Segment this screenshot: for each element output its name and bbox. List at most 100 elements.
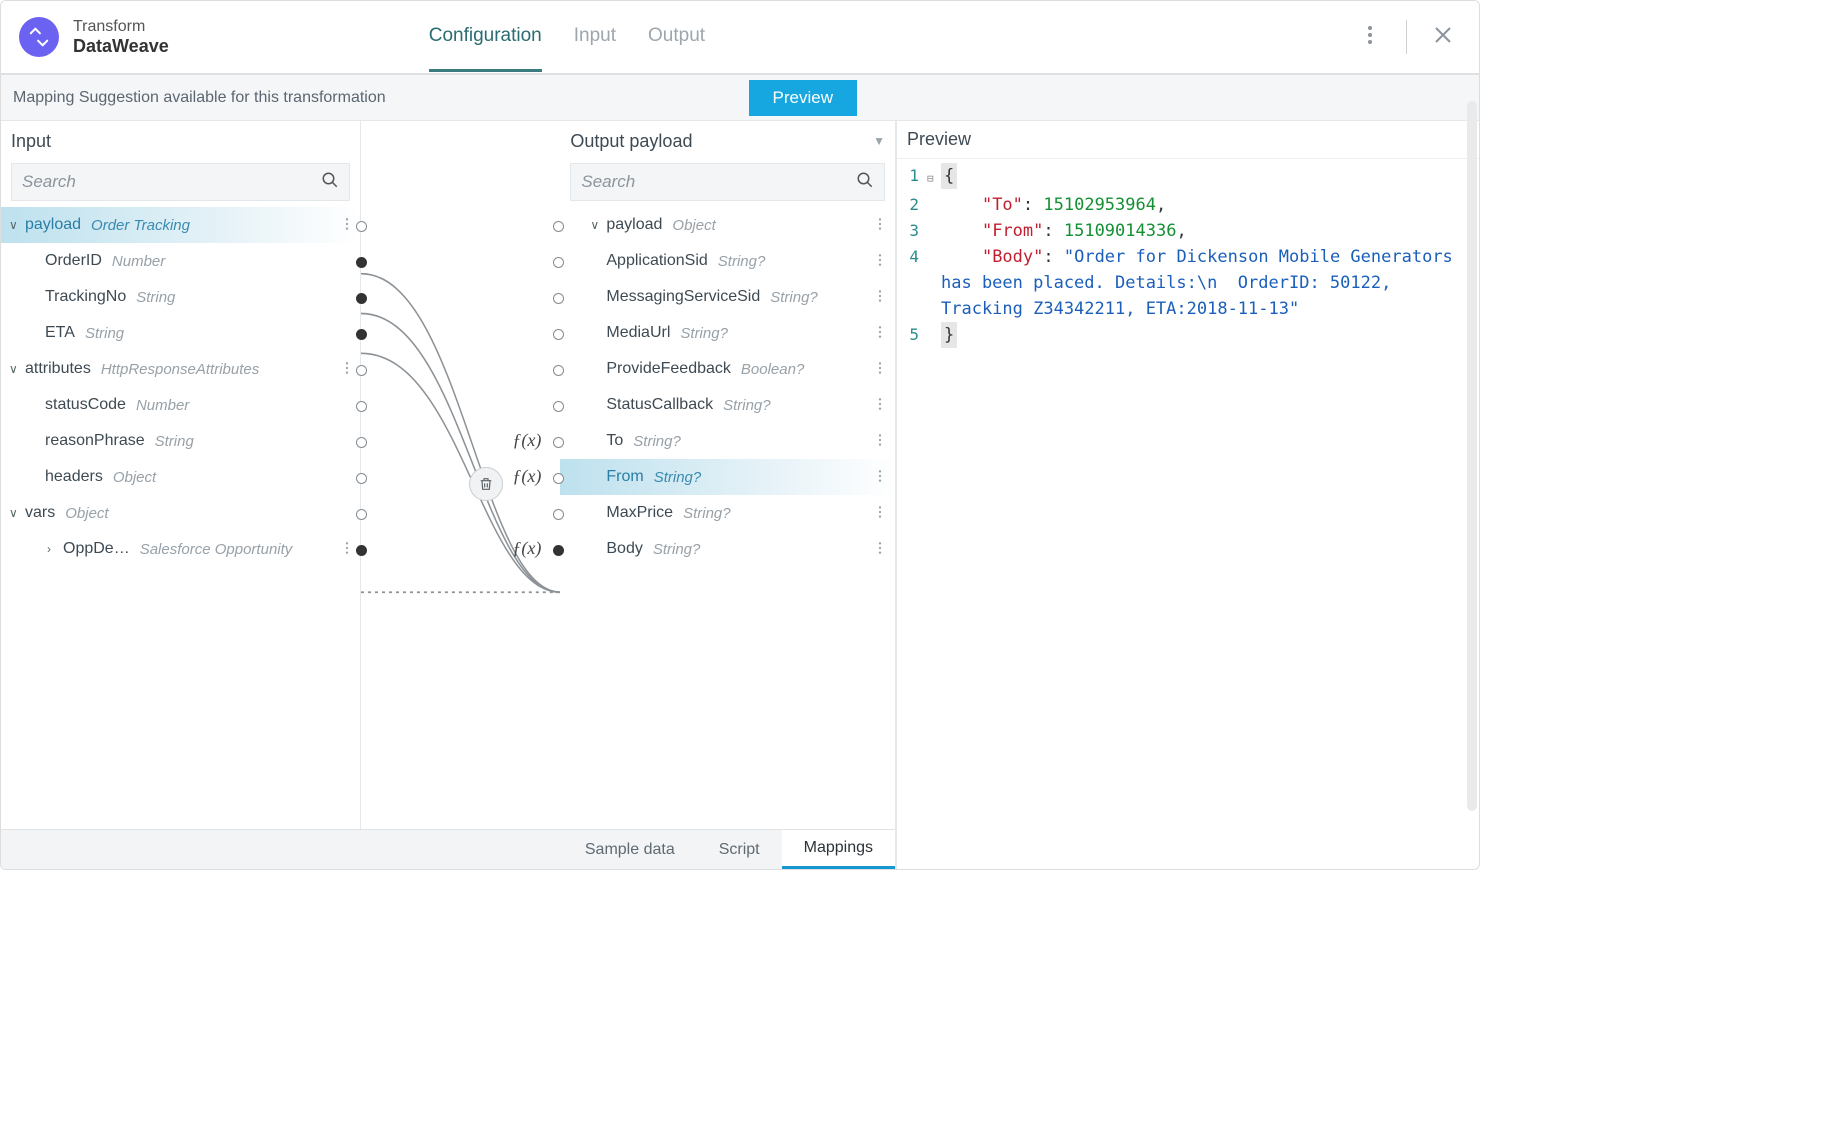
code-text: { [941,163,1479,189]
field-name: ETA [45,324,75,342]
port-icon[interactable] [553,221,564,232]
output-title: Output payload [570,131,692,152]
input-row-payload[interactable]: ∨payloadOrder Tracking [1,207,360,243]
tab-input[interactable]: Input [574,3,616,72]
scrollbar[interactable] [1467,101,1477,811]
output-row-statuscallback[interactable]: StatusCallback String? [560,387,895,423]
field-type: Object [113,469,156,486]
chevron-down-icon[interactable]: ∨ [9,218,23,232]
input-row-statuscode[interactable]: statusCodeNumber [1,387,360,423]
search-icon [321,171,339,193]
field-name: OrderID [45,252,102,270]
more-menu-icon[interactable] [1352,17,1388,57]
field-name: statusCode [45,396,126,414]
output-tree: ∨payloadObjectApplicationSidString?Messa… [560,207,895,567]
tab-script[interactable]: Script [697,830,782,869]
output-row-from[interactable]: ƒ(x)FromString? [560,459,895,495]
output-dropdown-icon[interactable]: ▼ [873,134,885,148]
port-icon[interactable] [553,545,564,556]
input-row-attributes[interactable]: ∨attributesHttpResponseAttributes [1,351,360,387]
output-row-messagingservicesid[interactable]: MessagingServiceSid String? [560,279,895,315]
output-row-to[interactable]: ƒ(x)ToString? [560,423,895,459]
chevron-down-icon[interactable]: ∨ [9,506,23,520]
input-row-headers[interactable]: headersObject [1,459,360,495]
row-menu-icon[interactable] [873,252,887,272]
field-type: String? [723,397,771,414]
row-menu-icon[interactable] [873,288,887,308]
field-name: ApplicationSid [606,252,707,270]
code-text: "Body": "Order for Dickenson Mobile Gene… [941,244,1479,322]
input-row-oppde[interactable]: ›OppDe…Salesforce Opportunity [1,531,360,567]
tab-configuration[interactable]: Configuration [429,3,542,72]
field-type: String? [653,541,701,558]
row-menu-icon[interactable] [873,432,887,452]
output-search[interactable] [570,163,885,201]
output-row-payload[interactable]: ∨payloadObject [560,207,895,243]
fx-icon: ƒ(x) [512,466,541,487]
field-name: OppDe… [63,540,130,558]
line-number: 4 [897,244,927,270]
line-number: 5 [897,322,927,348]
input-search-field[interactable] [22,172,321,192]
port-icon[interactable] [553,437,564,448]
row-menu-icon[interactable] [873,540,887,560]
input-row-orderid[interactable]: OrderID Number [1,243,360,279]
port-icon[interactable] [553,365,564,376]
field-type: Number [112,253,165,270]
fold-icon[interactable]: ⊟ [927,163,941,192]
port-icon[interactable] [553,329,564,340]
row-menu-icon[interactable] [873,504,887,524]
field-type: String? [680,325,728,342]
input-row-eta[interactable]: ETAString [1,315,360,351]
output-row-maxprice[interactable]: MaxPriceString? [560,495,895,531]
output-search-field[interactable] [581,172,856,192]
fx-icon: ƒ(x) [512,430,541,451]
transform-icon [19,17,59,57]
fold-icon [927,218,941,221]
input-row-reasonphrase[interactable]: reasonPhraseString [1,423,360,459]
input-row-trackingno[interactable]: TrackingNoString [1,279,360,315]
output-row-body[interactable]: ƒ(x)BodyString? [560,531,895,567]
close-icon[interactable] [1425,17,1461,57]
suggestion-text: Mapping Suggestion available for this tr… [13,89,386,107]
output-row-providefeedback[interactable]: ProvideFeedbackBoolean? [560,351,895,387]
chevron-right-icon[interactable]: › [47,542,61,556]
row-menu-icon[interactable] [873,396,887,416]
port-icon[interactable] [553,509,564,520]
input-tree: ∨payloadOrder Tracking OrderID Number Track… [1,207,360,567]
row-menu-icon[interactable] [873,216,887,236]
row-menu-icon[interactable] [340,216,354,236]
separator [1406,20,1407,54]
chevron-down-icon[interactable]: ∨ [9,362,23,376]
port-icon[interactable] [553,257,564,268]
input-search[interactable] [11,163,350,201]
field-name: MessagingServiceSid [606,288,760,306]
row-menu-icon[interactable] [873,360,887,380]
chevron-down-icon[interactable]: ∨ [590,218,604,232]
output-row-mediaurl[interactable]: MediaUrlString? [560,315,895,351]
delete-mapping-icon[interactable] [469,467,503,501]
header-title-bottom: DataWeave [73,36,169,57]
row-menu-icon[interactable] [340,540,354,560]
field-type: Object [65,505,108,522]
row-menu-icon[interactable] [873,468,887,488]
field-type: HttpResponseAttributes [101,361,259,378]
tab-output[interactable]: Output [648,3,705,72]
field-name: Body [606,540,642,558]
port-icon[interactable] [553,473,564,484]
field-name: StatusCallback [606,396,713,414]
field-name: vars [25,504,55,522]
tab-mappings[interactable]: Mappings [782,830,895,869]
preview-button[interactable]: Preview [749,80,857,116]
input-row-vars[interactable]: ∨vars Object [1,495,360,531]
field-type: String? [770,289,818,306]
preview-code[interactable]: 1⊟{2 "To": 15102953964,3 "From": 1510901… [897,159,1479,869]
fold-icon [927,322,941,325]
tab-sample-data[interactable]: Sample data [563,830,697,869]
row-menu-icon[interactable] [873,324,887,344]
port-icon[interactable] [553,293,564,304]
output-row-applicationsid[interactable]: ApplicationSidString? [560,243,895,279]
port-icon[interactable] [553,401,564,412]
row-menu-icon[interactable] [340,360,354,380]
fx-icon: ƒ(x) [512,538,541,559]
